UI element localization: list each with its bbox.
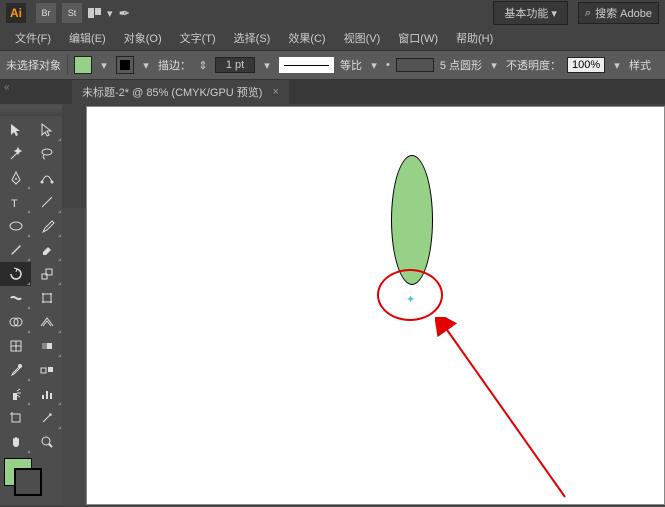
document-tab[interactable]: 未标题-2* @ 85% (CMYK/GPU 预览) × — [72, 80, 289, 104]
opacity-dropdown-icon[interactable]: ▾ — [611, 57, 623, 73]
rotate-center-icon[interactable]: ✦ — [406, 293, 415, 306]
bullet-icon: • — [386, 59, 390, 71]
arrange-docs-icon[interactable] — [88, 8, 101, 18]
document-tab-title: 未标题-2* @ 85% (CMYK/GPU 预览) — [82, 84, 262, 100]
eyedropper-tool[interactable] — [0, 358, 31, 382]
artboard-tool[interactable] — [0, 406, 31, 430]
menu-object[interactable]: 对象(O) — [115, 27, 171, 49]
canvas[interactable]: ✦ — [86, 106, 665, 505]
brush-label: 5 点圆形 — [440, 57, 482, 73]
menu-view[interactable]: 视图(V) — [335, 27, 390, 49]
profile-dropdown-icon[interactable]: ▾ — [368, 57, 380, 73]
symbol-sprayer-tool[interactable] — [0, 382, 31, 406]
gradient-tool[interactable] — [31, 334, 62, 358]
brush-preview[interactable] — [396, 58, 434, 72]
panel-collapse-icon[interactable]: « — [4, 82, 10, 93]
workspace-selector[interactable]: 基本功能 ▾ — [493, 1, 568, 25]
shape-builder-tool[interactable] — [0, 310, 31, 334]
gpu-icon[interactable]: ✒ — [119, 5, 131, 22]
style-label[interactable]: 样式 — [629, 57, 651, 73]
arrange-dropdown-icon[interactable]: ▾ — [107, 7, 113, 20]
chevron-down-icon: ▾ — [551, 8, 557, 20]
fill-dropdown-icon[interactable]: ▾ — [98, 57, 110, 73]
artwork-ellipse[interactable] — [391, 155, 433, 285]
search-box[interactable]: ⌕ 搜索 Adobe — [578, 2, 659, 24]
stroke-label: 描边： — [158, 57, 191, 73]
curvature-tool[interactable] — [31, 166, 62, 190]
stroke-stepper-icon[interactable]: ⇕ — [197, 57, 209, 73]
opacity-input[interactable] — [567, 57, 605, 73]
scale-tool[interactable] — [31, 262, 62, 286]
fill-swatch[interactable] — [74, 56, 92, 74]
pen-tool[interactable] — [0, 166, 31, 190]
stroke-color-icon[interactable] — [14, 468, 42, 496]
workspace-label: 基本功能 — [504, 8, 548, 20]
menu-select[interactable]: 选择(S) — [225, 27, 280, 49]
toolbox-header[interactable] — [0, 106, 62, 116]
perspective-grid-tool[interactable] — [31, 310, 62, 334]
slice-tool[interactable] — [31, 406, 62, 430]
lasso-tool[interactable] — [31, 142, 62, 166]
menu-type[interactable]: 文字(T) — [171, 27, 225, 49]
color-picker[interactable] — [0, 454, 62, 498]
width-tool[interactable] — [0, 286, 31, 310]
toolbox: T — [0, 104, 62, 505]
pencil-tool[interactable] — [0, 238, 31, 262]
control-bar: 未选择对象 ▾ ▾ 描边： ⇕ ▾ 等比 ▾ • 5 点圆形 ▾ 不透明度： ▾… — [0, 50, 665, 80]
menu-edit[interactable]: 编辑(E) — [60, 27, 115, 49]
menu-file[interactable]: 文件(F) — [6, 27, 60, 49]
annotation-arrow-icon — [435, 317, 575, 507]
free-transform-tool[interactable] — [31, 286, 62, 310]
stroke-weight-input[interactable] — [215, 57, 255, 73]
search-placeholder: 搜索 Adobe — [595, 5, 652, 21]
app-logo-icon: Ai — [6, 3, 26, 23]
uniform-label: 等比 — [340, 57, 362, 73]
ellipse-tool[interactable] — [0, 214, 31, 238]
blend-tool[interactable] — [31, 358, 62, 382]
brush-dropdown-icon[interactable]: ▾ — [488, 57, 500, 73]
menu-bar: 文件(F) 编辑(E) 对象(O) 文字(T) 选择(S) 效果(C) 视图(V… — [0, 26, 665, 50]
hand-tool[interactable] — [0, 430, 31, 454]
line-tool[interactable] — [31, 190, 62, 214]
direct-selection-tool[interactable] — [31, 118, 62, 142]
mesh-tool[interactable] — [0, 334, 31, 358]
stroke-weight-dropdown-icon[interactable]: ▾ — [261, 57, 273, 73]
selection-tool[interactable] — [0, 118, 31, 142]
menu-window[interactable]: 窗口(W) — [389, 27, 447, 49]
stock-icon[interactable]: St — [62, 3, 82, 23]
search-icon: ⌕ — [585, 7, 591, 20]
paintbrush-tool[interactable] — [31, 214, 62, 238]
magic-wand-tool[interactable] — [0, 142, 31, 166]
opacity-label: 不透明度： — [506, 57, 561, 73]
menu-effect[interactable]: 效果(C) — [279, 27, 334, 49]
type-tool[interactable]: T — [0, 190, 31, 214]
stroke-dropdown-icon[interactable]: ▾ — [140, 57, 152, 73]
stroke-swatch[interactable] — [116, 56, 134, 74]
rotate-tool[interactable] — [0, 262, 31, 286]
eraser-tool[interactable] — [31, 238, 62, 262]
selection-status: 未选择对象 — [6, 57, 61, 73]
bridge-icon[interactable]: Br — [36, 3, 56, 23]
close-tab-icon[interactable]: × — [272, 86, 278, 98]
svg-text:T: T — [11, 198, 18, 210]
menu-help[interactable]: 帮助(H) — [447, 27, 502, 49]
ruler-area — [62, 208, 86, 505]
zoom-tool[interactable] — [31, 430, 62, 454]
stroke-profile-preview[interactable] — [279, 57, 334, 73]
column-graph-tool[interactable] — [31, 382, 62, 406]
